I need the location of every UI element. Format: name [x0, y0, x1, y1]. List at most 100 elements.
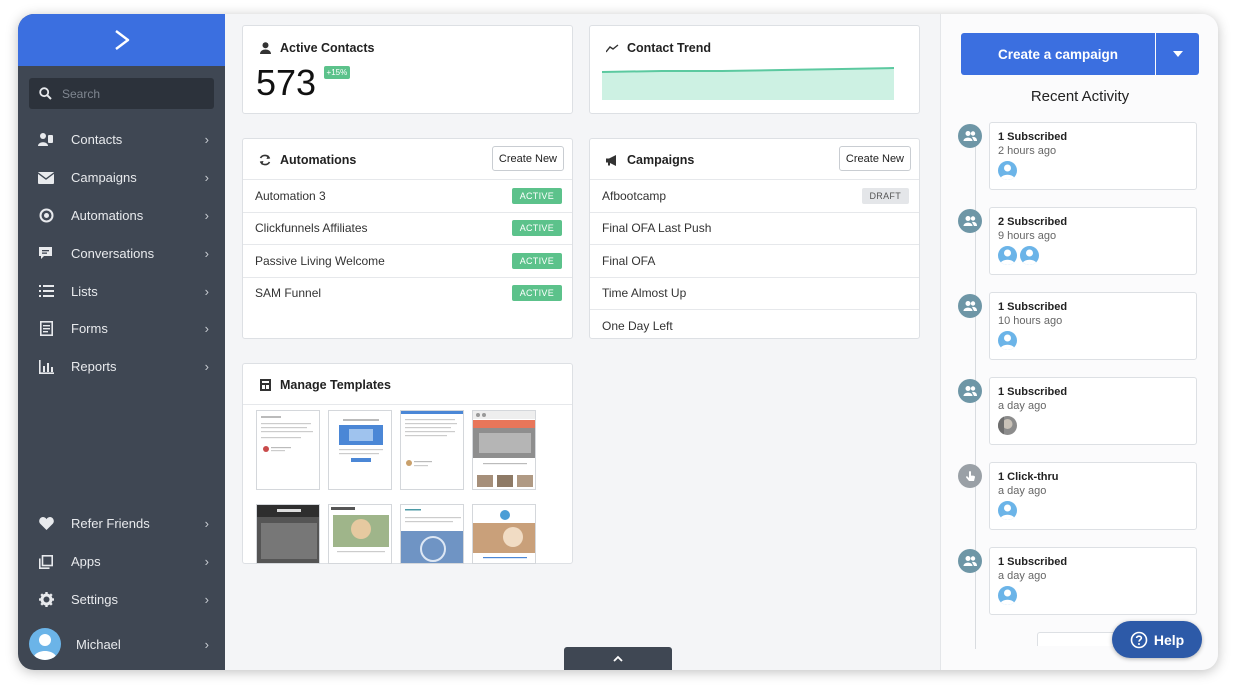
activity-title: 1 Subscribed — [998, 131, 1068, 143]
template-thumbnail[interactable] — [472, 504, 536, 564]
sidebar-item-reports[interactable]: Reports › — [18, 348, 225, 386]
sidebar-item-label: Refer Friends — [71, 516, 150, 532]
status-badge: ACTIVE — [511, 252, 562, 269]
question-circle-icon — [1130, 631, 1148, 648]
card-title: Manage Templates — [280, 378, 391, 392]
sidebar-item-label: Campaigns — [71, 170, 137, 186]
campaign-name: Final OFA — [602, 253, 656, 268]
sidebar-nav: Contacts › Campaigns › Automations › Con… — [18, 121, 225, 386]
chevron-right-icon: › — [204, 321, 209, 337]
sidebar-item-conversations[interactable]: Conversations › — [18, 234, 225, 272]
chevron-right-icon: › — [204, 554, 209, 570]
collapse-panel-tab[interactable] — [564, 647, 672, 670]
sidebar-item-label: Conversations — [71, 245, 155, 261]
table-row[interactable]: Final OFA — [590, 244, 919, 277]
contact-photo-avatar[interactable] — [998, 416, 1017, 435]
template-thumbnail[interactable] — [400, 410, 464, 490]
table-row[interactable]: Final OFA Last Push — [590, 211, 919, 245]
table-row[interactable]: One Day Left — [590, 309, 919, 342]
activity-time: 9 hours ago — [998, 230, 1057, 242]
sidebar-item-label: Apps — [71, 554, 101, 570]
create-campaign-button[interactable]: Create New — [838, 146, 911, 171]
sidebar-item-forms[interactable]: Forms › — [18, 310, 225, 348]
contact-avatar[interactable] — [1020, 246, 1039, 265]
chevron-right-icon: › — [204, 283, 209, 299]
sidebar-item-label: Reports — [71, 359, 117, 375]
campaign-name: Afbootcamp — [602, 188, 667, 203]
table-row[interactable]: Automation 3 ACTIVE — [243, 179, 572, 212]
template-thumbnail[interactable] — [328, 504, 392, 564]
refresh-icon — [258, 154, 272, 166]
activity-card[interactable]: 1 Click-thru a day ago — [989, 462, 1197, 530]
activity-time: a day ago — [998, 570, 1047, 582]
template-thumbnail[interactable] — [256, 504, 320, 564]
chevron-right-icon: › — [204, 245, 209, 261]
chevron-right-icon: › — [204, 132, 209, 148]
create-campaign-dropdown-button[interactable] — [1156, 33, 1199, 75]
contact-avatar[interactable] — [998, 501, 1017, 520]
activity-title: 2 Subscribed — [998, 216, 1068, 228]
sidebar-item-contacts[interactable]: Contacts › — [18, 121, 225, 159]
activity-time: a day ago — [998, 485, 1047, 497]
create-campaign-main-button[interactable]: Create a campaign — [961, 33, 1155, 75]
table-row[interactable]: Clickfunnels Affiliates ACTIVE — [243, 211, 572, 245]
status-badge: ACTIVE — [511, 285, 562, 302]
user-menu[interactable]: Michael › — [18, 624, 225, 664]
status-badge: ACTIVE — [511, 220, 562, 237]
chevron-right-icon: › — [204, 636, 209, 652]
subscribers-icon — [958, 124, 982, 148]
chevron-right-icon: › — [204, 207, 209, 223]
sidebar-item-label: Forms — [71, 321, 108, 337]
activity-card[interactable]: 1 Subscribed a day ago — [989, 377, 1197, 445]
template-thumbnail[interactable] — [328, 410, 392, 490]
sidebar-item-campaigns[interactable]: Campaigns › — [18, 159, 225, 197]
templates-card: Manage Templates — [242, 363, 573, 564]
contact-trend-sparkline — [602, 67, 895, 100]
campaigns-card: Campaigns Create New Afbootcamp DRAFT Fin… — [589, 138, 920, 339]
sidebar-item-automations[interactable]: Automations › — [18, 197, 225, 235]
card-title: Contact Trend — [627, 41, 712, 55]
help-label: Help — [1153, 631, 1185, 648]
table-row[interactable]: SAM Funnel ACTIVE — [243, 276, 572, 310]
subscribers-icon — [958, 209, 982, 233]
activity-card[interactable]: 2 Subscribed 9 hours ago — [989, 207, 1197, 275]
chat-icon — [38, 245, 54, 261]
template-thumbnail[interactable] — [400, 504, 464, 564]
activity-title: 1 Subscribed — [998, 386, 1068, 398]
sidebar-item-refer-friends[interactable]: Refer Friends › — [18, 505, 225, 543]
sidebar-item-lists[interactable]: Lists › — [18, 272, 225, 310]
right-panel: Create a campaign Recent Activity 1 Subs… — [940, 14, 1218, 670]
campaign-name: One Day Left — [602, 318, 673, 333]
change-badge: +15% — [323, 66, 351, 79]
template-icon — [258, 379, 272, 391]
caret-down-icon — [1172, 51, 1183, 57]
contact-avatar[interactable] — [998, 246, 1017, 265]
contact-trend-card[interactable]: Contact Trend — [589, 25, 920, 114]
sidebar-item-settings[interactable]: Settings › — [18, 581, 225, 619]
sidebar-item-apps[interactable]: Apps › — [18, 543, 225, 581]
sidebar-bottom-nav: Refer Friends › Apps › Settings › — [18, 505, 225, 618]
campaign-name: Time Almost Up — [602, 286, 687, 301]
activity-title: 1 Subscribed — [998, 556, 1068, 568]
sidebar: Contacts › Campaigns › Automations › Con… — [18, 14, 225, 670]
table-row[interactable]: Afbootcamp DRAFT — [590, 179, 919, 212]
table-row[interactable]: Passive Living Welcome ACTIVE — [243, 244, 572, 277]
activity-card[interactable]: 1 Subscribed 2 hours ago — [989, 122, 1197, 190]
help-button[interactable]: Help — [1112, 621, 1202, 658]
contact-avatar[interactable] — [998, 161, 1017, 180]
search-input[interactable] — [62, 86, 202, 101]
contact-avatar[interactable] — [998, 331, 1017, 350]
contact-avatar[interactable] — [998, 586, 1017, 605]
activity-card[interactable]: 1 Subscribed a day ago — [989, 547, 1197, 615]
activity-card[interactable]: 1 Subscribed 10 hours ago — [989, 292, 1197, 360]
template-thumbnail[interactable] — [256, 410, 320, 490]
user-name: Michael — [76, 636, 121, 652]
card-title: Campaigns — [627, 153, 695, 167]
search-box[interactable] — [29, 78, 214, 109]
click-icon — [958, 464, 982, 488]
search-icon — [39, 87, 52, 100]
create-automation-button[interactable]: Create New — [491, 146, 564, 171]
logo-bar[interactable] — [18, 14, 225, 66]
template-thumbnail[interactable] — [472, 410, 536, 490]
table-row[interactable]: Time Almost Up — [590, 276, 919, 310]
